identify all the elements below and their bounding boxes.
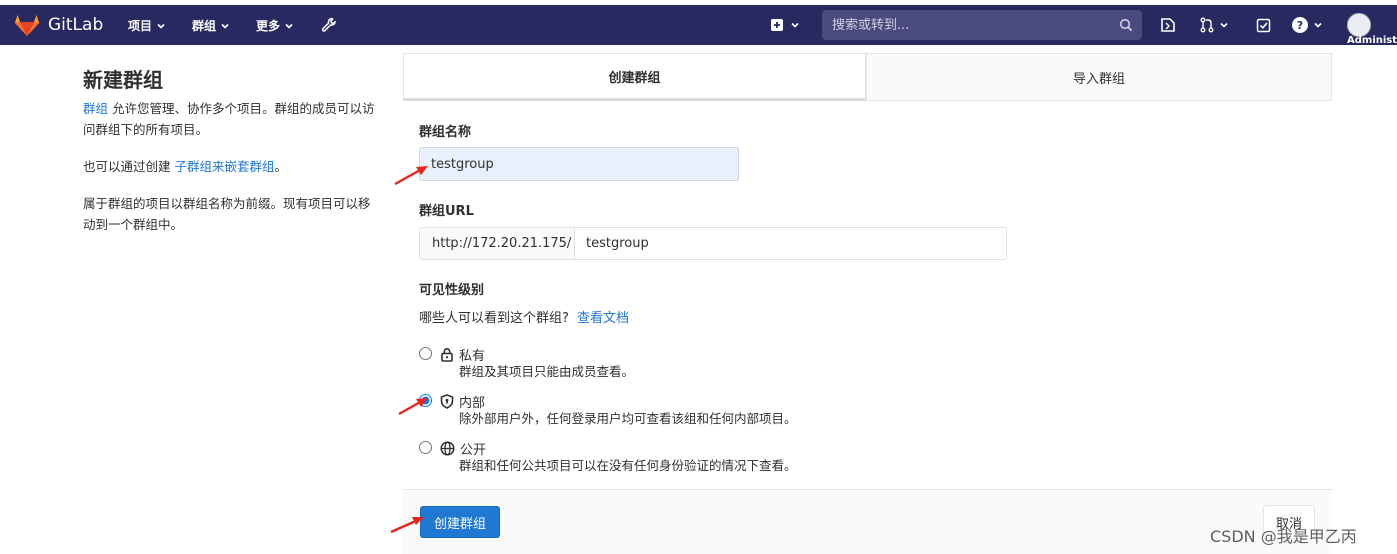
nav-menu-groups[interactable]: 群组 [192, 17, 230, 34]
chevron-down-icon [157, 23, 165, 29]
namespace-hint: 属于群组的项目以群组名称为前缀。现有项目可以移动到一个群组中。 [83, 196, 371, 232]
create-group-button[interactable]: 创建群组 [420, 506, 500, 538]
group-description: 群组 允许您管理、协作多个项目。群组的成员可以访问群组下的所有项目。 [83, 98, 378, 140]
visibility-label: 可见性级别 [419, 283, 485, 298]
group-name-label: 群组名称 [419, 125, 472, 140]
group-url-label: 群组URL [419, 204, 474, 219]
chevron-down-icon [285, 23, 293, 29]
gitlab-logo-icon[interactable] [14, 13, 40, 37]
nav-menu-label: 项目 [128, 19, 153, 33]
todos-icon[interactable] [1252, 15, 1274, 35]
group-description-text: 允许您管理、协作多个项目。群组的成员可以访问群组下的所有项目。 [83, 101, 375, 137]
merge-requests-dropdown[interactable] [1196, 15, 1232, 35]
user-avatar[interactable] [1347, 13, 1371, 37]
tab-import-group[interactable]: 导入群组 [866, 53, 1332, 101]
nav-menu-more[interactable]: 更多 [256, 17, 294, 34]
watermark: CSDN @我是甲乙丙 [1210, 527, 1357, 546]
subgroup-hint-text: 也可以通过创建 [83, 159, 175, 174]
visibility-desc-private: 群组及其项目只能由成员查看。 [459, 364, 635, 379]
help-dropdown[interactable]: ? [1288, 15, 1326, 35]
issues-icon[interactable] [1157, 15, 1179, 35]
user-name[interactable]: Administ [1347, 35, 1397, 46]
visibility-question: 哪些人可以看到这个群组? 查看文档 [419, 307, 629, 326]
svg-text:?: ? [1297, 19, 1303, 32]
visibility-radio-public[interactable] [419, 441, 432, 454]
subgroup-link[interactable]: 子群组来嵌套群组 [174, 159, 274, 174]
new-item-dropdown[interactable] [766, 15, 804, 35]
visibility-desc-public: 群组和任何公共项目可以在没有任何身份验证的情况下查看。 [459, 458, 797, 473]
nav-menu-projects[interactable]: 项目 [128, 17, 166, 34]
nav-menu-label: 更多 [256, 19, 281, 33]
lock-icon [441, 348, 453, 362]
form-actions [403, 489, 1332, 554]
nav-menu-label: 群组 [192, 19, 217, 33]
chevron-down-icon [221, 23, 229, 29]
merge-request-icon [1200, 17, 1214, 33]
top-navbar: GitLab 项目 群组 更多 ? Administ [0, 5, 1397, 46]
plus-square-icon [771, 19, 783, 31]
chevron-down-icon [1220, 22, 1228, 28]
group-url-field: http://172.20.21.175/ [419, 227, 1007, 260]
help-icon: ? [1292, 17, 1308, 33]
globe-icon [440, 441, 455, 456]
groups-help-link[interactable]: 群组 [83, 101, 108, 116]
tab-create-group[interactable]: 创建群组 [403, 53, 866, 101]
subgroup-hint-end: 。 [274, 159, 288, 174]
visibility-question-text: 哪些人可以看到这个群组? [419, 311, 569, 326]
search-icon[interactable] [1119, 18, 1133, 32]
group-path-input[interactable] [575, 228, 1006, 259]
group-tabs: 创建群组 导入群组 [403, 53, 1332, 101]
page-title: 新建群组 [83, 68, 163, 92]
chevron-down-icon [791, 22, 799, 28]
brand-name[interactable]: GitLab [48, 15, 103, 35]
search-input[interactable] [822, 10, 1112, 40]
search-box [822, 10, 1142, 40]
visibility-radio-private[interactable] [419, 347, 432, 360]
visibility-desc-internal: 除外部用户外，任何登录用户均可查看该组和任何内部项目。 [459, 411, 797, 426]
shield-icon [440, 394, 454, 409]
view-docs-link[interactable]: 查看文档 [577, 311, 629, 326]
admin-wrench-icon[interactable] [318, 15, 340, 35]
url-prefix: http://172.20.21.175/ [420, 228, 575, 259]
chevron-down-icon [1314, 22, 1322, 28]
visibility-radio-internal[interactable] [419, 394, 432, 407]
subgroup-hint: 也可以通过创建 子群组来嵌套群组。 [83, 156, 378, 177]
group-name-input[interactable] [419, 147, 739, 181]
